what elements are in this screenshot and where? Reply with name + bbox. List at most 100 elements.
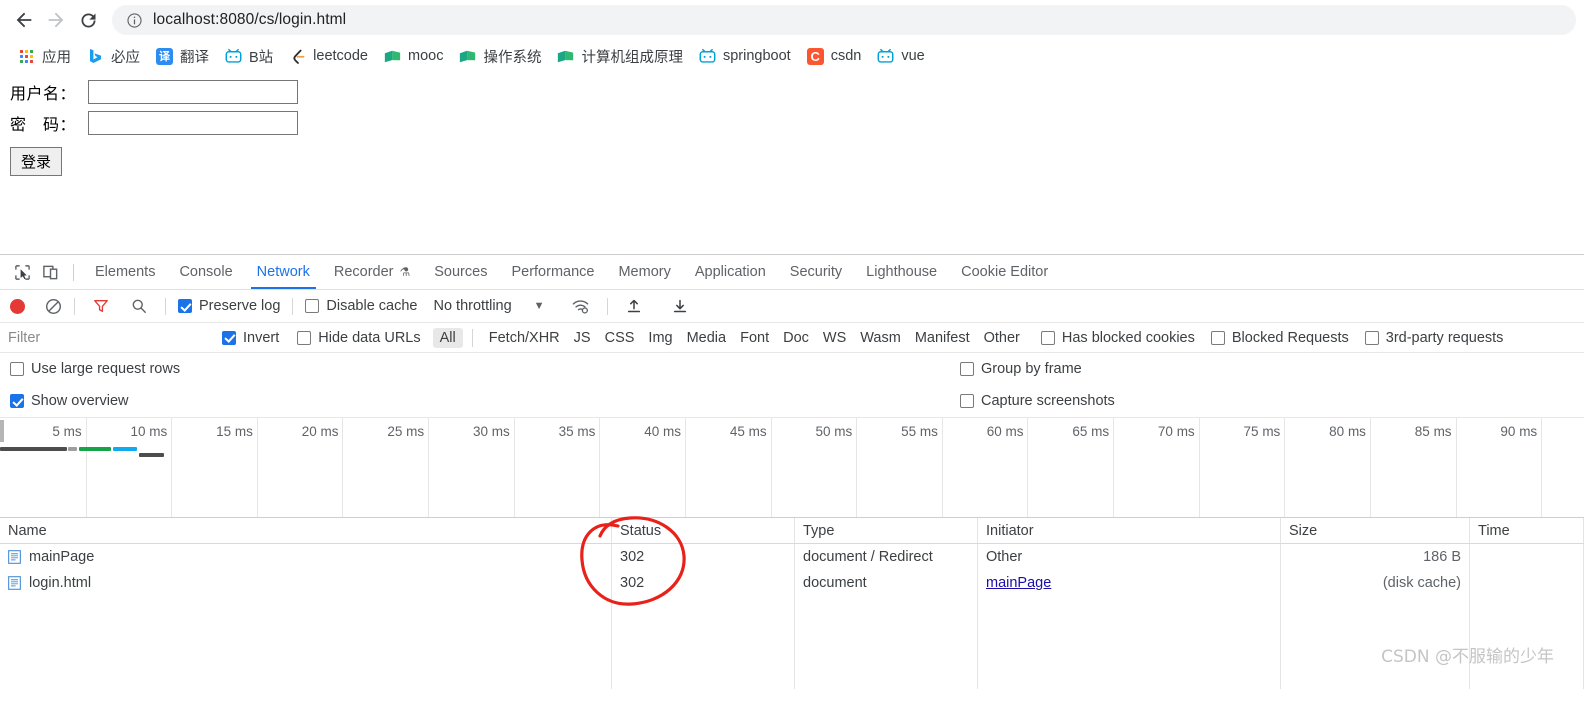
throttling-select[interactable]: No throttling	[433, 298, 511, 314]
tab-recorder-label: Recorder	[333, 264, 394, 280]
table-column-header-time[interactable]: Time	[1470, 518, 1584, 543]
timeline-tick: 50 ms	[815, 418, 858, 517]
timeline-tick-label: 35 ms	[558, 424, 596, 439]
table-column-header-type[interactable]: Type	[795, 518, 978, 543]
timeline-tick-label: 25 ms	[387, 424, 425, 439]
cell-size: 186 B	[1281, 544, 1470, 570]
table-column-header-size[interactable]: Size	[1281, 518, 1470, 543]
type-filter-ws[interactable]: WS	[816, 328, 853, 348]
show-overview-checkbox[interactable]: Show overview	[10, 393, 129, 409]
type-filter-css[interactable]: CSS	[598, 328, 642, 348]
network-conditions-icon[interactable]	[567, 293, 595, 319]
type-filter-wasm[interactable]: Wasm	[853, 328, 908, 348]
tab-cookie-editor[interactable]: Cookie Editor	[949, 255, 1060, 289]
type-filter-all[interactable]: All	[432, 327, 463, 348]
bookmark-bilibili[interactable]: B站	[217, 43, 281, 69]
record-button-icon[interactable]	[10, 298, 25, 314]
bookmark-vue[interactable]: vue	[869, 43, 932, 69]
reload-button[interactable]	[72, 4, 104, 36]
password-input[interactable]	[88, 111, 298, 135]
type-filter-media[interactable]: Media	[680, 328, 734, 348]
tab-application[interactable]: Application	[683, 255, 778, 289]
login-submit-button[interactable]: 登录	[10, 147, 63, 176]
tab-console[interactable]: Console	[167, 255, 244, 289]
clear-icon[interactable]	[45, 298, 62, 315]
bookmark-os[interactable]: 操作系统	[451, 43, 549, 69]
chevron-down-icon[interactable]: ▼	[534, 300, 545, 312]
export-har-icon[interactable]	[666, 293, 694, 319]
tab-sources[interactable]: Sources	[422, 255, 499, 289]
timeline-tick: 10 ms	[130, 418, 173, 517]
blocked-requests-label: Blocked Requests	[1231, 329, 1349, 346]
timeline-tick-label: 15 ms	[216, 424, 253, 439]
cell-initiator[interactable]: mainPage	[978, 570, 1281, 596]
capture-screenshots-checkbox[interactable]: Capture screenshots	[960, 393, 1115, 409]
type-filter-other[interactable]: Other	[977, 328, 1027, 348]
tab-elements[interactable]: Elements	[83, 255, 167, 289]
type-filter-img[interactable]: Img	[641, 328, 679, 348]
empty-column-initiator	[978, 596, 1281, 689]
tab-memory[interactable]: Memory	[606, 255, 682, 289]
timeline-tick-label: 60 ms	[986, 424, 1024, 439]
bookmark-label: B站	[249, 49, 274, 66]
checkbox-box	[10, 394, 24, 408]
address-bar[interactable]: localhost:8080/cs/login.html	[112, 5, 1576, 35]
table-column-header-status[interactable]: Status	[612, 518, 795, 543]
username-input[interactable]	[88, 80, 298, 104]
initiator-link[interactable]: mainPage	[986, 575, 1051, 591]
document-icon	[8, 550, 21, 564]
third-party-requests-checkbox[interactable]: 3rd-party requests	[1364, 330, 1503, 346]
bookmark-leetcode[interactable]: leetcode	[281, 43, 376, 69]
tab-security[interactable]: Security	[778, 255, 854, 289]
bookmark-bing[interactable]: 必应	[79, 43, 148, 69]
import-har-icon[interactable]	[620, 293, 648, 319]
bookmark-csdn[interactable]: C csdn	[799, 43, 870, 69]
hide-data-urls-checkbox[interactable]: Hide data URLs	[297, 330, 421, 346]
device-toolbar-icon[interactable]	[36, 259, 64, 285]
table-row[interactable]: login.html 302 document mainPage (disk cache…	[0, 570, 1584, 596]
search-icon[interactable]	[125, 293, 153, 319]
type-filter-fetch-xhr[interactable]: Fetch/XHR	[482, 328, 567, 348]
type-filter-font[interactable]: Font	[733, 328, 776, 348]
use-large-request-rows-checkbox[interactable]: Use large request rows	[10, 361, 180, 377]
bookmark-translate[interactable]: 译 翻译	[148, 43, 217, 69]
tab-recorder[interactable]: Recorder ⚗	[322, 255, 422, 289]
bookmark-springboot[interactable]: springboot	[691, 43, 799, 69]
tab-network[interactable]: Network	[245, 255, 322, 289]
filter-funnel-icon[interactable]	[87, 293, 115, 319]
invert-checkbox[interactable]: Invert	[222, 330, 279, 346]
bookmark-label: leetcode	[313, 48, 368, 64]
group-by-frame-checkbox[interactable]: Group by frame	[960, 361, 1082, 377]
site-info-icon[interactable]	[126, 12, 143, 29]
forward-button[interactable]	[40, 4, 72, 36]
toolbar-divider	[606, 297, 608, 315]
timeline-tick-label: 10 ms	[130, 424, 168, 439]
table-column-header-name[interactable]: Name	[0, 518, 612, 543]
bookmark-mooc[interactable]: mooc	[376, 43, 451, 69]
timeline-tick-label: 65 ms	[1072, 424, 1110, 439]
disable-cache-checkbox[interactable]: Disable cache	[305, 298, 417, 314]
network-timeline-overview[interactable]: 5 ms 10 ms 15 ms 20 ms 25 ms 30 ms 35 ms 40 ms 4…	[0, 418, 1584, 518]
table-row[interactable]: mainPage 302 document / Redirect Other 186 B	[0, 544, 1584, 570]
timeline-tick: 55 ms	[901, 418, 943, 517]
tab-performance[interactable]: Performance	[499, 255, 606, 289]
timeline-tick-label: 75 ms	[1243, 424, 1281, 439]
type-filter-manifest[interactable]: Manifest	[908, 328, 977, 348]
bookmark-apps[interactable]: 应用	[10, 43, 79, 69]
blocked-requests-checkbox[interactable]: Blocked Requests	[1210, 329, 1349, 346]
preserve-log-checkbox[interactable]: Preserve log	[178, 298, 280, 314]
devtools-tabbar: Elements Console Network Recorder ⚗ Sour…	[0, 255, 1584, 290]
has-blocked-cookies-checkbox[interactable]: Has blocked cookies	[1040, 330, 1195, 346]
overview-left-handle[interactable]	[0, 420, 4, 442]
table-column-header-initiator[interactable]: Initiator	[978, 518, 1281, 543]
inspect-element-icon[interactable]	[8, 259, 36, 285]
empty-column-status	[612, 596, 795, 689]
bookmark-computer-organization[interactable]: 计算机组成原理	[549, 43, 691, 69]
type-filter-doc[interactable]: Doc	[776, 328, 816, 348]
tab-lighthouse[interactable]: Lighthouse	[854, 255, 949, 289]
type-filter-js[interactable]: JS	[567, 328, 598, 348]
filter-input[interactable]	[6, 328, 216, 347]
timeline-tick: 70 ms	[1158, 418, 1200, 517]
bookmark-label: springboot	[722, 48, 791, 64]
back-button[interactable]	[8, 4, 40, 36]
